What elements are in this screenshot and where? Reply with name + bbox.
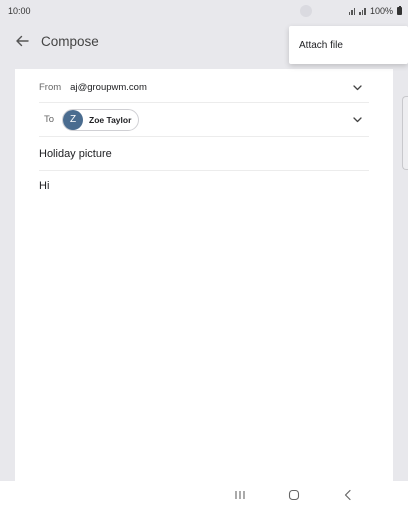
home-icon[interactable] (286, 487, 302, 503)
chevron-down-icon[interactable] (351, 114, 363, 126)
arrow-back-icon[interactable] (12, 31, 32, 51)
status-time: 10:00 (8, 6, 31, 16)
status-icons: 100% (348, 5, 402, 16)
chevron-down-icon[interactable] (351, 82, 363, 94)
signal-icon (359, 7, 366, 15)
battery-icon (397, 5, 402, 15)
avatar: Z (63, 109, 84, 130)
edge-panel-handle[interactable] (402, 96, 408, 170)
recipient-name: Zoe Taylor (89, 114, 132, 125)
compose-card: From aj@groupwm.com To Z Zoe Taylor Holi… (15, 69, 393, 481)
recipient-chip[interactable]: Z Zoe Taylor (62, 108, 140, 131)
to-row[interactable]: To Z Zoe Taylor (39, 103, 369, 137)
status-bar: 10:00 100% (0, 0, 408, 22)
page-title: Compose (41, 33, 99, 49)
to-label: To (44, 114, 55, 125)
navigation-bar (0, 481, 408, 509)
camera-cutout (300, 5, 312, 17)
signal-icon (348, 7, 356, 15)
menu-item-attach-file[interactable]: Attach file (299, 40, 343, 51)
body-field[interactable]: Hi (39, 180, 369, 192)
subject-field[interactable]: Holiday picture (39, 137, 369, 171)
battery-text: 100% (369, 6, 393, 16)
back-icon[interactable] (340, 487, 356, 503)
overflow-menu: Attach file (289, 26, 408, 64)
from-value: aj@groupwm.com (70, 82, 147, 93)
recent-apps-icon[interactable] (232, 487, 248, 503)
from-label: From (39, 82, 62, 93)
subject-text: Holiday picture (39, 147, 112, 160)
from-row[interactable]: From aj@groupwm.com (39, 73, 369, 103)
